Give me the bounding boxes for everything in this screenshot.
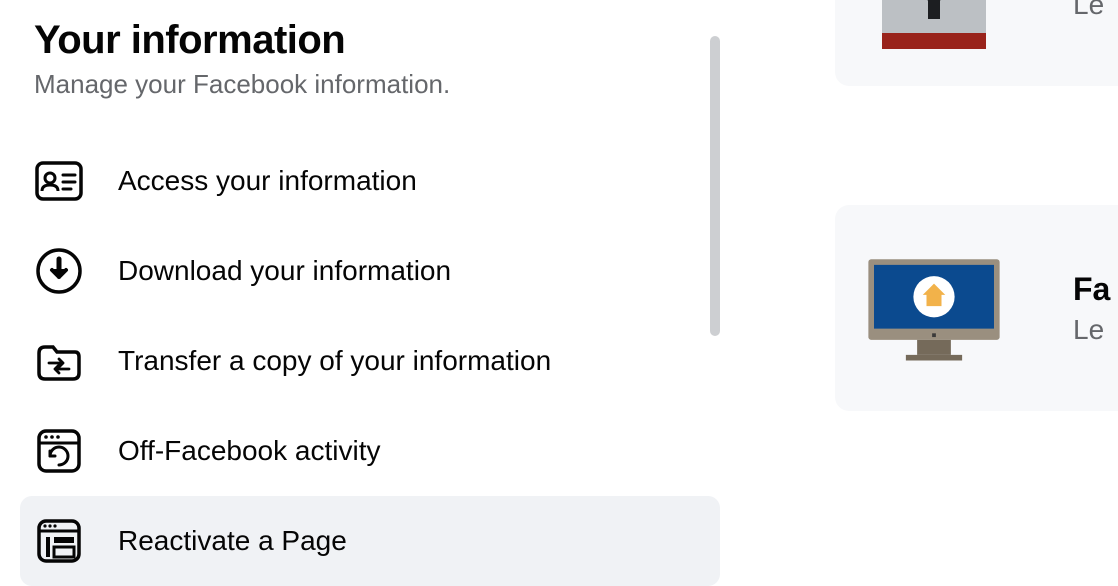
nav-item-transfer-copy[interactable]: Transfer a copy of your information xyxy=(20,316,720,406)
nav-item-label: Off-Facebook activity xyxy=(118,435,380,467)
nav-item-access-info[interactable]: Access your information xyxy=(20,136,720,226)
id-card-icon xyxy=(34,156,84,206)
card-desc: Le xyxy=(1073,0,1107,21)
nav-item-label: Reactivate a Page xyxy=(118,525,347,557)
nav-item-label: Download your information xyxy=(118,255,451,287)
card-text: Fa Le xyxy=(1073,271,1110,346)
sidebar-subtitle: Manage your Facebook information. xyxy=(34,69,720,100)
nav-item-label: Transfer a copy of your information xyxy=(118,345,551,377)
nav-item-off-facebook[interactable]: Off-Facebook activity xyxy=(20,406,720,496)
folder-transfer-icon xyxy=(34,336,84,386)
lock-icon xyxy=(859,0,1009,58)
nav-item-reactivate-page[interactable]: Reactivate a Page xyxy=(20,496,720,586)
card-text: Pr Le xyxy=(1073,0,1107,21)
card-family[interactable]: Fa Le xyxy=(835,205,1118,411)
card-desc: Le xyxy=(1073,314,1110,346)
download-circle-icon xyxy=(34,246,84,296)
sidebar-title: Your information xyxy=(34,18,720,63)
nav-item-download-info[interactable]: Download your information xyxy=(20,226,720,316)
card-title: Fa xyxy=(1073,271,1110,308)
nav-item-label: Access your information xyxy=(118,165,417,197)
page-window-icon xyxy=(34,516,84,566)
scrollbar[interactable] xyxy=(710,36,720,336)
sidebar: Your information Manage your Facebook in… xyxy=(0,0,720,582)
monitor-home-icon xyxy=(859,233,1009,383)
main-content: Pr Le Fa Le xyxy=(720,0,1118,582)
activity-window-icon xyxy=(34,426,84,476)
card-privacy[interactable]: Pr Le xyxy=(835,0,1118,86)
nav-list: Access your information Download your in… xyxy=(34,136,720,586)
